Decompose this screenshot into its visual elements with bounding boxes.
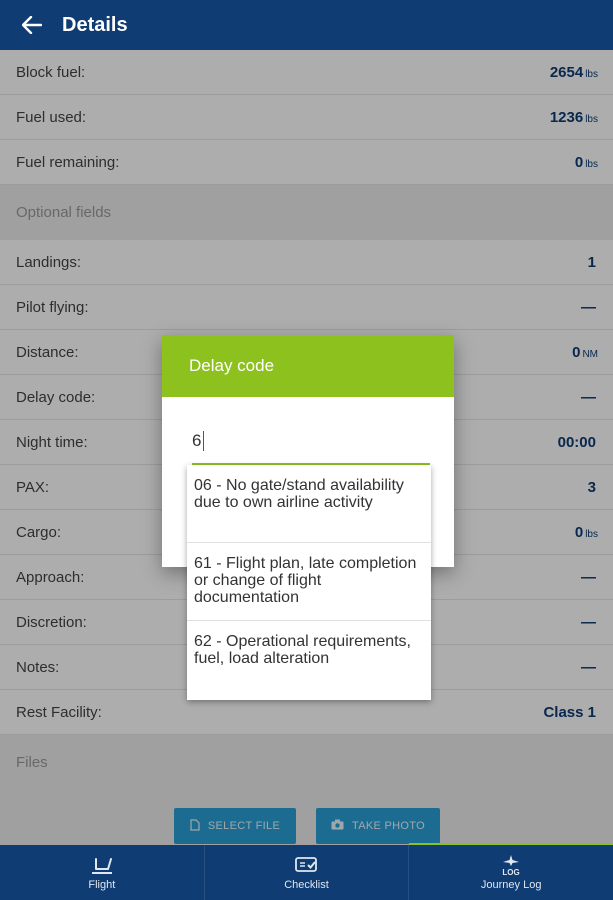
- suggestion-item[interactable]: 62 - Operational requirements, fuel, loa…: [187, 621, 431, 699]
- input-value: 6: [192, 431, 202, 450]
- app-bar: Details: [0, 0, 613, 50]
- flight-takeoff-icon: [90, 854, 114, 876]
- nav-item-flight[interactable]: Flight: [0, 845, 204, 900]
- nav-label: Journey Log: [480, 879, 542, 891]
- back-arrow-icon[interactable]: [20, 13, 44, 37]
- nav-item-journey-log[interactable]: LOG Journey Log: [408, 845, 613, 900]
- page-title: Details: [62, 13, 128, 36]
- dialog-title: Delay code: [162, 335, 454, 397]
- svg-text:LOG: LOG: [503, 868, 520, 876]
- bottom-navigation: Flight Checklist LOG Journey Log: [0, 845, 613, 900]
- nav-label: Flight: [88, 879, 116, 891]
- text-caret: [203, 431, 205, 451]
- suggestion-item[interactable]: 06 - No gate/stand availability due to o…: [187, 465, 431, 543]
- delay-code-input[interactable]: 6: [192, 431, 205, 451]
- suggestion-item[interactable]: 61 - Flight plan, late completion or cha…: [187, 543, 431, 621]
- journey-log-icon: LOG: [499, 854, 523, 876]
- checklist-icon: [294, 854, 319, 876]
- suggestion-dropdown: 06 - No gate/stand availability due to o…: [187, 465, 431, 700]
- nav-label: Checklist: [284, 879, 329, 891]
- nav-item-checklist[interactable]: Checklist: [203, 845, 409, 900]
